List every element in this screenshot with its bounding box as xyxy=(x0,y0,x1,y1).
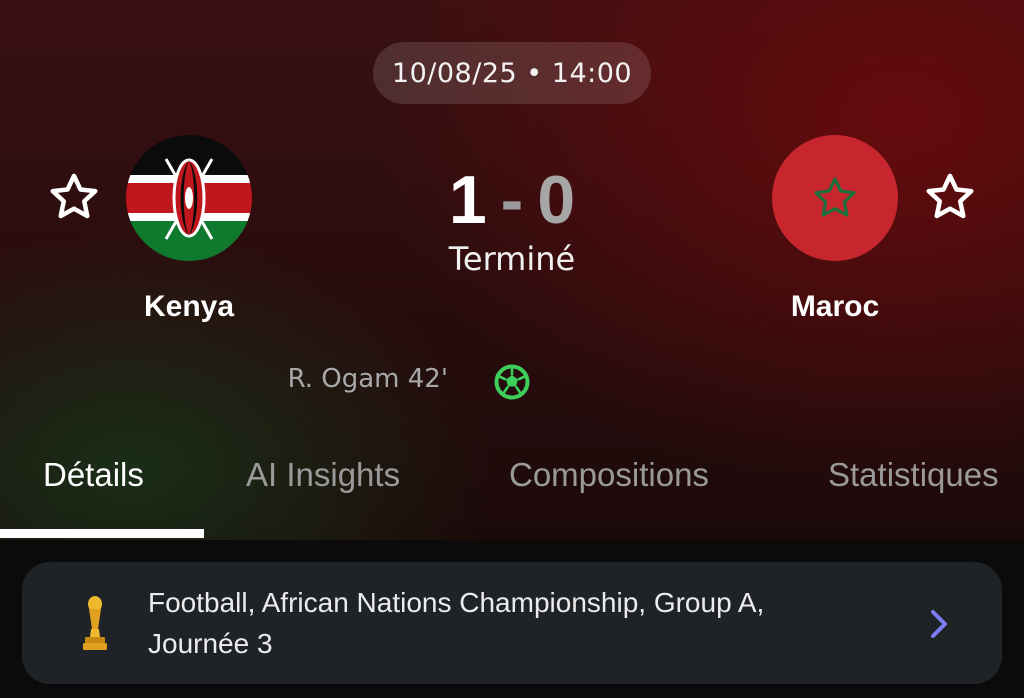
match-tabs: Détails AI Insights Compositions Statist… xyxy=(0,440,1024,540)
chevron-right-icon[interactable] xyxy=(926,608,952,640)
tab-compositions[interactable]: Compositions xyxy=(509,456,709,494)
away-team-name[interactable]: Maroc xyxy=(735,290,935,324)
home-score: 1 xyxy=(448,162,487,238)
favorite-home-star-icon[interactable] xyxy=(47,170,101,224)
match-status: Terminé xyxy=(448,240,576,278)
active-tab-indicator xyxy=(0,529,204,538)
match-header: 10/08/25 • 14:00 Kenya 1-0 Terminé Maroc xyxy=(0,0,1024,540)
home-team-name[interactable]: Kenya xyxy=(89,290,289,324)
tab-statistiques[interactable]: Statistiques xyxy=(828,456,999,494)
competition-name: Football, African Nations Championship, … xyxy=(148,587,765,618)
favorite-away-star-icon[interactable] xyxy=(923,170,977,224)
score-separator: - xyxy=(500,162,524,238)
goal-scorer: R. Ogam 42' xyxy=(287,364,448,394)
kenya-flag-icon[interactable] xyxy=(126,135,252,261)
competition-card[interactable]: Football, African Nations Championship, … xyxy=(22,562,1002,684)
competition-info: Football, African Nations Championship, … xyxy=(148,582,908,664)
tab-details[interactable]: Détails xyxy=(43,456,144,494)
match-datetime: 10/08/25 • 14:00 xyxy=(373,42,651,104)
trophy-icon xyxy=(83,596,107,650)
away-score: 0 xyxy=(537,162,576,238)
tab-ai-insights[interactable]: AI Insights xyxy=(246,456,400,494)
match-score: 1-0 xyxy=(412,160,612,240)
soccer-ball-icon xyxy=(494,364,530,400)
competition-round: Journée 3 xyxy=(148,628,273,659)
morocco-flag-icon[interactable] xyxy=(772,135,898,261)
